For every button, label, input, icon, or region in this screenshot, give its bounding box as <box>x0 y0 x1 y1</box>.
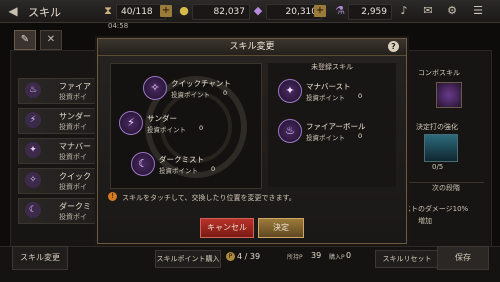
row-sub: 投資ポイ <box>59 183 87 191</box>
coin-counter: 82,037 <box>192 4 250 20</box>
skill-name: ダークミスト <box>159 155 204 164</box>
skill-points-label: 投資ポイント <box>306 134 345 142</box>
coin-icon: ● <box>179 4 189 17</box>
skill-name: ファイアーボール <box>306 122 366 131</box>
mana-skill-icon: ✦ <box>25 142 41 158</box>
cancel-button[interactable]: キャンセル <box>200 218 254 238</box>
gem-icon: ◆ <box>253 4 263 17</box>
add-gem-button[interactable]: + <box>314 5 326 17</box>
page-title: スキル <box>28 6 61 19</box>
mail-icon[interactable]: ✉ <box>420 3 436 19</box>
row-name: サンダー <box>59 112 91 121</box>
row-name: マナバー <box>59 142 91 151</box>
timer: 04:58 <box>108 22 129 30</box>
row-sub: 投資ポイ <box>59 123 87 131</box>
skill-name: クイックチャント <box>171 79 231 88</box>
fire-skill-icon: ♨ <box>25 82 41 98</box>
bought-points-value: 0 <box>346 251 352 260</box>
skill-name: マナバースト <box>306 82 351 91</box>
gear-icon[interactable]: ⚙ <box>444 3 460 19</box>
skill-name: サンダー <box>147 114 177 123</box>
damage-text: ストのダメージ10% <box>404 205 469 213</box>
thunder-skill-icon: ⚡ <box>25 112 41 128</box>
row-sub: 投資ポイ <box>59 93 87 101</box>
registered-skills-pane: ✧ クイックチャント 投資ポイント 0 ⚡ サンダー 投資ポイント 0 ☾ ダー… <box>110 63 262 189</box>
skill-points-label: 投資ポイント <box>147 126 186 134</box>
page-counter: 4 / 39 <box>237 252 261 261</box>
skill-points: 0 <box>358 132 363 140</box>
help-icon[interactable]: ? <box>388 41 399 52</box>
row-name: ファイア <box>59 82 91 91</box>
tab-skill-book-icon[interactable]: ✎ <box>14 30 36 50</box>
potion-icon: ⚗ <box>335 4 345 17</box>
hourglass-icon: ⧗ <box>104 4 112 17</box>
skill-points: 0 <box>358 92 363 100</box>
mana-burst-icon: ✦ <box>278 79 302 103</box>
skill-change-dialog: スキル変更 ? ✧ クイックチャント 投資ポイント 0 ⚡ サンダー 投資ポイン… <box>97 38 407 244</box>
skill-reset-button[interactable]: スキルリセット <box>375 250 439 268</box>
skill-points-label: 投資ポイント <box>306 94 345 102</box>
owned-points-value: 39 <box>311 251 322 260</box>
info-text: スキルをタッチして、交換したり位置を変更できます。 <box>122 194 296 202</box>
combo-skill-icon[interactable] <box>436 82 462 108</box>
buy-skill-points-button[interactable]: スキルポイント購入 <box>155 250 221 268</box>
skill-points: 0 <box>211 165 216 173</box>
skill-points-label: 投資ポイント <box>171 91 210 99</box>
next-stage-label: 次の段階 <box>408 182 484 193</box>
quick-chant-icon: ✧ <box>143 76 167 100</box>
add-energy-button[interactable]: + <box>160 5 172 17</box>
chat-icon[interactable]: ☰ <box>470 3 486 19</box>
back-arrow-icon[interactable]: ◀ <box>4 3 22 19</box>
thunder-icon: ⚡ <box>119 111 143 135</box>
unregistered-label: 未登録スキル <box>311 63 353 71</box>
dark-mist-icon: ☾ <box>131 152 155 176</box>
strike-skill-icon[interactable] <box>424 134 458 162</box>
potion-counter: 2,959 <box>348 4 392 20</box>
strike-count: 0/5 <box>432 163 444 171</box>
skill-points: 0 <box>199 124 204 132</box>
skill-point-icon: P <box>226 252 235 261</box>
tab-crossed-swords-icon[interactable]: ✕ <box>40 30 62 50</box>
skill-change-button[interactable]: スキル変更 <box>12 246 68 270</box>
combo-skill-label: コンボスキル <box>418 69 460 77</box>
quick-skill-icon: ✧ <box>25 172 41 188</box>
bought-points-label: 購入P <box>329 254 345 261</box>
skill-points: 0 <box>223 89 228 97</box>
bell-icon[interactable]: ♪ <box>396 3 412 19</box>
owned-points-label: 所持P <box>287 254 303 261</box>
fireball-icon: ♨ <box>278 119 302 143</box>
increase-text: 増加 <box>418 217 432 225</box>
row-sub: 投資ポイ <box>59 213 87 221</box>
confirm-button[interactable]: 決定 <box>258 218 304 238</box>
save-button[interactable]: 保存 <box>437 246 489 270</box>
dark-skill-icon: ☾ <box>25 202 41 218</box>
row-name: クイック <box>59 172 91 181</box>
info-icon: ! <box>108 192 117 201</box>
energy-counter: 40/118 <box>116 4 166 20</box>
row-name: ダークミ <box>59 202 91 211</box>
dialog-title: スキル変更 <box>98 39 406 56</box>
row-sub: 投資ポイ <box>59 153 87 161</box>
skill-points-label: 投資ポイント <box>159 167 198 175</box>
strengthen-label: 決定打の強化 <box>416 123 458 131</box>
